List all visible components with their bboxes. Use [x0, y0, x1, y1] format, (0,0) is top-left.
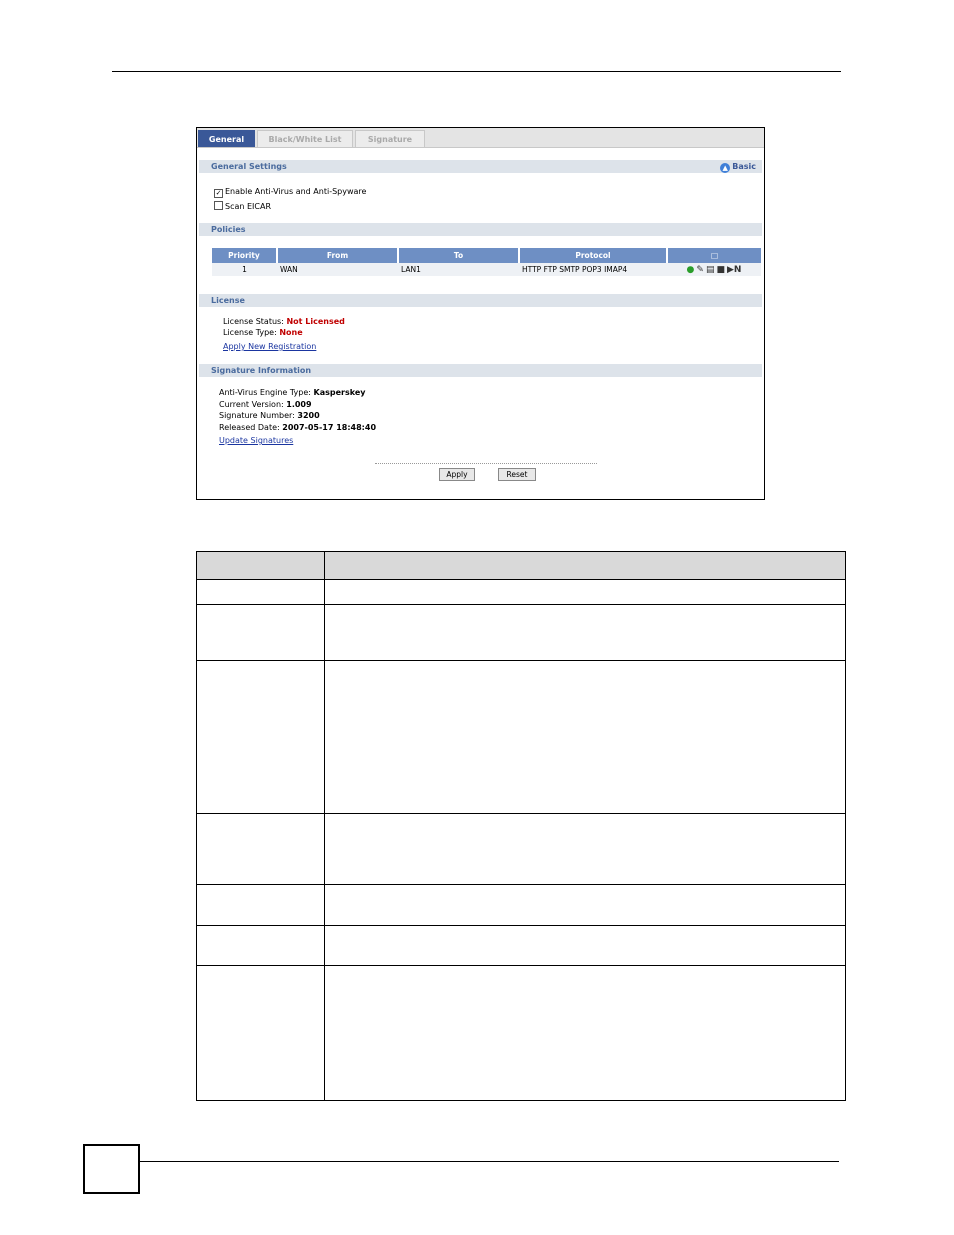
released-date-row: Released Date: 2007-05-17 18:48:40	[219, 423, 376, 432]
priority-cell: 1	[212, 263, 277, 276]
version-label: Current Version:	[219, 400, 284, 409]
signature-info-header: Signature Information	[199, 364, 762, 377]
license-header: License	[199, 294, 762, 307]
scan-eicar-label: Scan EICAR	[225, 202, 272, 211]
policies-header-row: Priority From To Protocol □	[212, 248, 761, 263]
signature-info-title: Signature Information	[211, 366, 312, 375]
reset-button[interactable]: Reset	[498, 468, 536, 481]
protocol-cell: HTTP FTP SMTP POP3 IMAP4	[519, 263, 667, 276]
enable-av-row: ✓ Enable Anti-Virus and Anti-Spyware	[214, 187, 366, 198]
general-settings-title: General Settings	[211, 162, 287, 171]
column-header: To	[397, 248, 519, 263]
tab-black-white-list[interactable]: Black/White List	[257, 130, 353, 147]
license-status-label: License Status:	[223, 317, 284, 326]
button-divider	[375, 463, 597, 464]
license-status-row: License Status: Not Licensed	[223, 317, 345, 326]
description-header-cell	[324, 551, 846, 580]
tab-bar: General Black/White List Signature	[197, 128, 764, 148]
version-row: Current Version: 1.009	[219, 400, 312, 409]
table-row	[196, 813, 846, 885]
released-date-label: Released Date:	[219, 423, 280, 432]
apply-registration-link[interactable]: Apply New Registration	[223, 342, 316, 351]
tab-signature[interactable]: Signature	[355, 130, 425, 147]
policies-table: Priority From To Protocol □ 1 WAN LAN1 H…	[212, 248, 761, 276]
enable-av-label: Enable Anti-Virus and Anti-Spyware	[225, 187, 367, 196]
edit-icon[interactable]: ✎	[696, 265, 704, 275]
table-row	[196, 660, 846, 814]
description-table	[196, 551, 846, 1101]
enable-av-checkbox[interactable]: ✓	[214, 189, 223, 198]
page-number-box	[83, 1144, 140, 1194]
anti-virus-general-screen: General Black/White List Signature Gener…	[196, 127, 765, 500]
arrow-up-icon: ▲	[720, 163, 731, 173]
apply-button[interactable]: Apply	[439, 468, 475, 481]
insert-icon[interactable]: ▤	[706, 265, 715, 275]
released-date-value: 2007-05-17 18:48:40	[282, 423, 377, 432]
table-row	[196, 965, 846, 1101]
basic-link[interactable]: ▲ Basic	[720, 160, 756, 173]
license-status-value: Not Licensed	[286, 317, 345, 326]
delete-icon[interactable]: ■	[716, 265, 725, 275]
column-header: From	[276, 248, 398, 263]
engine-row: Anti-Virus Engine Type: Kasperskey	[219, 388, 365, 397]
license-type-label: License Type:	[223, 328, 277, 337]
add-icon[interactable]: □	[711, 251, 718, 260]
column-header: Protocol	[518, 248, 667, 263]
table-row	[196, 925, 846, 966]
engine-label: Anti-Virus Engine Type:	[219, 388, 311, 397]
actions-cell: ● ✎ ▤ ■ ▶N	[667, 263, 761, 276]
table-row: 1 WAN LAN1 HTTP FTP SMTP POP3 IMAP4 ● ✎ ▤ ■…	[212, 263, 761, 276]
policies-title: Policies	[211, 225, 246, 234]
basic-link-label: Basic	[732, 162, 756, 171]
move-icon[interactable]: ▶N	[727, 265, 741, 275]
footer-rule	[140, 1161, 839, 1162]
table-row	[196, 884, 846, 926]
table-row	[196, 579, 846, 605]
signature-number-value: 3200	[297, 411, 320, 420]
tab-general[interactable]: General	[198, 130, 255, 147]
to-cell: LAN1	[398, 263, 519, 276]
engine-value: Kasperskey	[313, 388, 366, 397]
table-row	[196, 604, 846, 661]
label-header-cell	[196, 551, 325, 580]
scan-eicar-row: Scan EICAR	[214, 201, 271, 211]
signature-number-row: Signature Number: 3200	[219, 411, 320, 420]
column-header: Priority	[212, 248, 277, 263]
update-signatures-link[interactable]: Update Signatures	[219, 436, 293, 445]
from-cell: WAN	[277, 263, 398, 276]
signature-number-label: Signature Number:	[219, 411, 295, 420]
policies-header: Policies	[199, 223, 762, 236]
version-value: 1.009	[286, 400, 312, 409]
general-settings-header: General Settings ▲ Basic	[199, 160, 762, 173]
license-type-value: None	[279, 328, 303, 337]
column-header-actions: □	[666, 248, 761, 263]
header-rule	[112, 71, 841, 72]
table-header-row	[196, 551, 846, 580]
license-type-row: License Type: None	[223, 328, 303, 337]
license-title: License	[211, 296, 245, 305]
status-bulb-icon[interactable]: ●	[687, 265, 695, 275]
scan-eicar-checkbox[interactable]	[214, 201, 223, 210]
